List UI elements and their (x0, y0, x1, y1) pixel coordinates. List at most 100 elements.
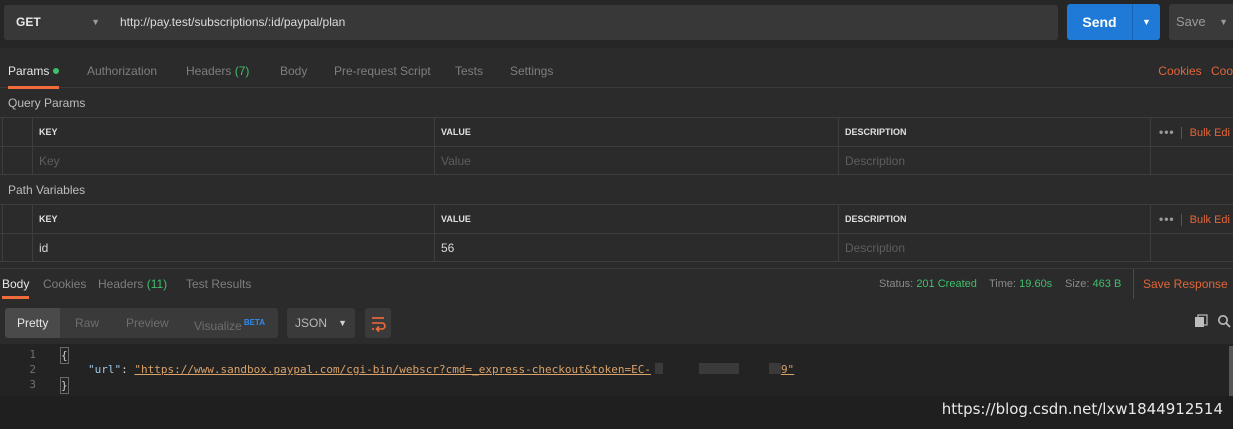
path-variables-title: Path Variables (8, 183, 86, 197)
method-select[interactable]: GET ▼ (4, 5, 110, 40)
request-tabs: Params Authorization Headers (7) Body Pr… (0, 54, 1233, 89)
value-column-header: VALUE (434, 205, 838, 233)
json-colon: : (121, 363, 135, 376)
code-content: "url": "https://www.sandbox.paypal.com/c… (88, 362, 794, 377)
copy-icon[interactable] (1194, 314, 1208, 331)
format-select[interactable]: JSON ▼ (287, 308, 355, 338)
size-value[interactable]: 463 B (1093, 278, 1122, 290)
path-var-key: id (32, 234, 434, 262)
table-header-row: KEY VALUE DESCRIPTION ••• Bulk Edi (0, 117, 1233, 146)
response-icons (1188, 314, 1231, 332)
save-response-button[interactable]: Save Response ▼ (1133, 269, 1233, 299)
query-params-title: Query Params (8, 96, 86, 110)
description-input[interactable]: Description (838, 234, 1150, 262)
tab-test-results[interactable]: Test Results (186, 269, 251, 299)
code-line: 3 } (0, 377, 1233, 394)
time-info: Time: 19.60s (989, 269, 1052, 299)
request-bar: GET ▼ http://pay.test/subscriptions/:id/… (0, 0, 1233, 48)
close-brace: } (60, 377, 69, 394)
response-headers-count: (11) (146, 277, 168, 291)
visualize-label: Visualize (194, 319, 242, 333)
cookies-link[interactable]: Cookies (1158, 64, 1201, 78)
chevron-down-icon: ▼ (1219, 17, 1228, 27)
search-icon[interactable] (1217, 314, 1231, 331)
save-button[interactable]: Save ▼ (1169, 4, 1233, 40)
url-input[interactable]: http://pay.test/subscriptions/:id/paypal… (110, 5, 1058, 40)
tab-response-body[interactable]: Body (2, 269, 30, 299)
beta-badge: BETA (243, 318, 265, 327)
code-line: 2 "url": "https://www.sandbox.paypal.com… (0, 362, 1233, 377)
json-key: "url" (88, 363, 122, 376)
save-label: Save (1176, 14, 1206, 29)
tab-params[interactable]: Params (8, 54, 60, 89)
description-column-header: DESCRIPTION (838, 205, 1150, 233)
chevron-down-icon: ▼ (338, 318, 347, 328)
send-button[interactable]: Send (1067, 4, 1132, 40)
active-dot-icon (53, 68, 60, 74)
code-link[interactable]: Coo (1211, 64, 1233, 78)
key-column-header: KEY (32, 118, 434, 146)
status-label: Status: (879, 278, 914, 290)
table-row: id 56 Description (0, 233, 1233, 262)
bulk-edit-link[interactable]: Bulk Edi (1180, 127, 1230, 139)
watermark-text: https://blog.csdn.net/lxw1844912514 (941, 400, 1223, 418)
wrap-icon (372, 317, 386, 333)
key-input[interactable]: Key (32, 147, 434, 175)
response-toolbar: Pretty Raw Preview Visualize BETA JSON ▼ (0, 306, 1233, 340)
chevron-down-icon: ▼ (91, 17, 100, 27)
request-links: Cookies Coo (1152, 54, 1233, 88)
view-mode-group: Pretty Raw Preview Visualize BETA (5, 308, 278, 338)
value-input[interactable]: Value (434, 147, 838, 175)
json-url-value[interactable]: "https://www.sandbox.paypal.com/cgi-bin/… (134, 363, 651, 376)
editor-scrollbar[interactable] (1229, 346, 1233, 396)
more-options-icon[interactable]: ••• (1159, 125, 1175, 139)
method-label: GET (16, 15, 41, 29)
view-preview-button[interactable]: Preview (126, 308, 169, 338)
tab-response-cookies[interactable]: Cookies (43, 269, 86, 299)
value-column-header: VALUE (434, 118, 838, 146)
more-options-icon[interactable]: ••• (1159, 212, 1175, 226)
view-raw-button[interactable]: Raw (75, 308, 99, 338)
redaction-mark (654, 363, 663, 374)
url-text: http://pay.test/subscriptions/:id/paypal… (120, 15, 346, 29)
status-info: Status: 201 Created (879, 269, 977, 299)
path-var-value[interactable]: 56 (434, 234, 838, 262)
table-actions: ••• Bulk Edi (1150, 118, 1233, 146)
size-info: Size: 463 B (1065, 269, 1121, 299)
tab-tests[interactable]: Tests (455, 54, 483, 88)
bulk-edit-link[interactable]: Bulk Edi (1180, 214, 1230, 226)
view-pretty-button[interactable]: Pretty (5, 308, 61, 338)
table-header-row: KEY VALUE DESCRIPTION ••• Bulk Edi (0, 204, 1233, 233)
tab-response-headers-label: Headers (98, 277, 144, 291)
line-number: 3 (29, 378, 36, 391)
response-tabs: Body Cookies Headers (11) Test Results S… (0, 268, 1233, 299)
description-input[interactable]: Description (838, 147, 1150, 175)
response-body-editor[interactable]: 1 { 2 "url": "https://www.sandbox.paypal… (0, 344, 1233, 396)
row-checkbox[interactable] (2, 147, 32, 175)
tab-body[interactable]: Body (280, 54, 307, 88)
line-number: 2 (29, 363, 36, 376)
redaction-mark (698, 363, 739, 374)
tab-params-label: Params (8, 64, 50, 78)
status-value[interactable]: 201 Created (916, 278, 977, 290)
send-options-button[interactable]: ▼ (1132, 4, 1160, 40)
save-response-label: Save Response (1143, 277, 1228, 291)
view-visualize-button[interactable]: Visualize BETA (194, 308, 265, 338)
line-number: 1 (29, 348, 36, 361)
table-row: Key Value Description (0, 146, 1233, 175)
size-label: Size: (1065, 278, 1090, 290)
wrap-lines-button[interactable] (365, 308, 391, 338)
redaction-mark (768, 363, 781, 374)
tab-response-headers[interactable]: Headers (11) (98, 269, 167, 299)
tab-settings[interactable]: Settings (510, 54, 553, 88)
code-line: 1 { (0, 347, 1233, 364)
tab-pre-request-script[interactable]: Pre-request Script (334, 54, 431, 88)
tab-headers[interactable]: Headers (7) (186, 54, 249, 88)
tab-authorization[interactable]: Authorization (87, 54, 157, 88)
key-column-header: KEY (32, 205, 434, 233)
description-column-header: DESCRIPTION (838, 118, 1150, 146)
time-value[interactable]: 19.60s (1019, 278, 1052, 290)
tab-headers-label: Headers (186, 64, 232, 78)
path-variables-table: KEY VALUE DESCRIPTION ••• Bulk Edi id 56 … (0, 204, 1233, 262)
headers-count: (7) (234, 64, 250, 78)
